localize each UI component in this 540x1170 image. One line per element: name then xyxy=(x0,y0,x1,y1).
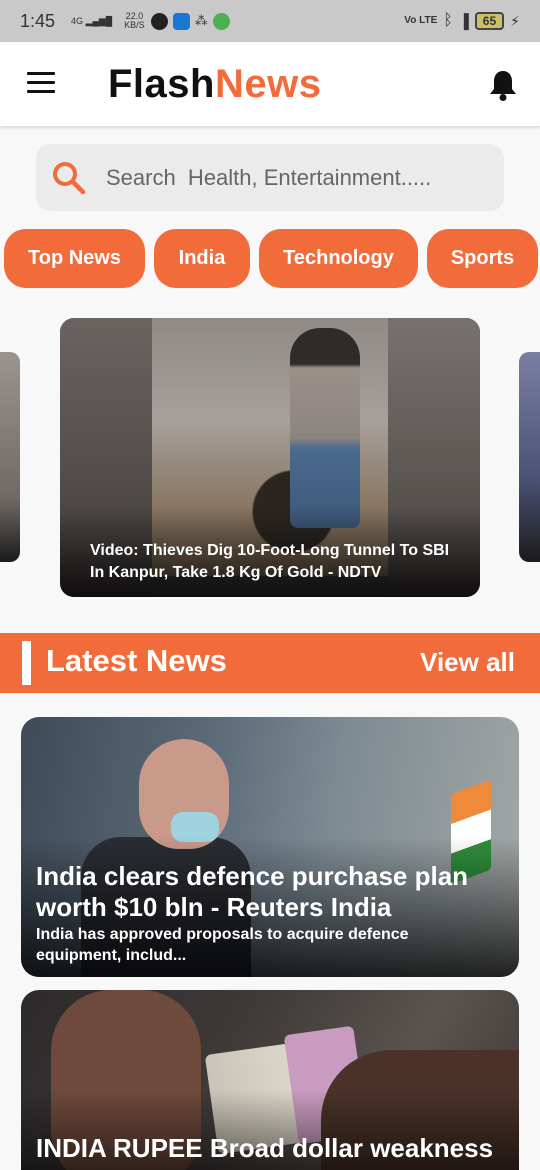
news-headline: INDIA RUPEE Broad dollar weakness xyxy=(36,1133,494,1163)
carousel-featured-card[interactable]: Video: Thieves Dig 10-Foot-Long Tunnel T… xyxy=(60,318,480,597)
featured-news-caption: Video: Thieves Dig 10-Foot-Long Tunnel T… xyxy=(90,542,450,581)
status-bar: 1:45 4G ▂▄▆█ 22.0 KB/S ⁂ Vo LTE ᛒ ▐ 65 ⚡ xyxy=(0,0,540,42)
logo-flash: Flash xyxy=(108,62,215,106)
share-notification-icon: ⁂ xyxy=(194,13,208,28)
signal-icon: ▐ xyxy=(458,13,469,29)
search-input[interactable] xyxy=(106,164,486,191)
section-marker xyxy=(22,641,31,685)
network-speed: 22.0 KB/S xyxy=(124,12,145,30)
news-description: India has approved proposals to acquire … xyxy=(36,926,409,964)
charging-icon: ⚡ xyxy=(510,12,520,29)
latest-news-card[interactable]: India clears defence purchase plan worth… xyxy=(21,717,519,977)
news-carousel[interactable]: Video: Thieves Dig 10-Foot-Long Tunnel T… xyxy=(0,318,540,598)
status-right-group: Vo LTE ᛒ ▐ 65 ⚡ xyxy=(404,12,520,30)
view-all-link[interactable]: View all xyxy=(420,647,515,678)
network-speed-unit: KB/S xyxy=(124,20,145,30)
category-chip-technology[interactable]: Technology xyxy=(259,229,418,288)
carousel-prev-card[interactable] xyxy=(0,352,20,562)
status-time: 1:45 xyxy=(20,10,56,31)
news-headline: India clears defence purchase plan worth… xyxy=(36,861,469,922)
featured-image-person xyxy=(290,328,360,528)
hamburger-menu-icon[interactable] xyxy=(27,72,55,94)
latest-news-title: Latest News xyxy=(46,643,227,678)
app-logo: FlashNews xyxy=(108,62,321,107)
volte-icon: Vo LTE xyxy=(404,15,438,26)
chat-notification-icon xyxy=(212,12,230,30)
app-bar: FlashNews xyxy=(0,42,540,126)
logo-news: News xyxy=(214,62,322,106)
category-chip-top-news[interactable]: Top News xyxy=(4,229,145,288)
battery-icon: 65 xyxy=(474,12,505,30)
latest-news-card[interactable]: INDIA RUPEE Broad dollar weakness xyxy=(21,990,519,1170)
category-chip-india[interactable]: India xyxy=(154,229,250,288)
carousel-next-card[interactable] xyxy=(519,352,540,562)
bluetooth-icon: ᛒ xyxy=(443,12,453,29)
search-icon xyxy=(53,161,86,194)
bell-icon[interactable] xyxy=(487,68,519,102)
search-bar[interactable] xyxy=(36,144,504,211)
network-indicator: 4G ▂▄▆█ xyxy=(71,15,113,26)
category-chip-sports[interactable]: Sports xyxy=(427,229,538,288)
network-type: 4G xyxy=(71,15,84,26)
app-notification-icon xyxy=(150,12,168,30)
latest-news-header: Latest News View all xyxy=(0,633,540,693)
shield-notification-icon xyxy=(172,12,190,30)
